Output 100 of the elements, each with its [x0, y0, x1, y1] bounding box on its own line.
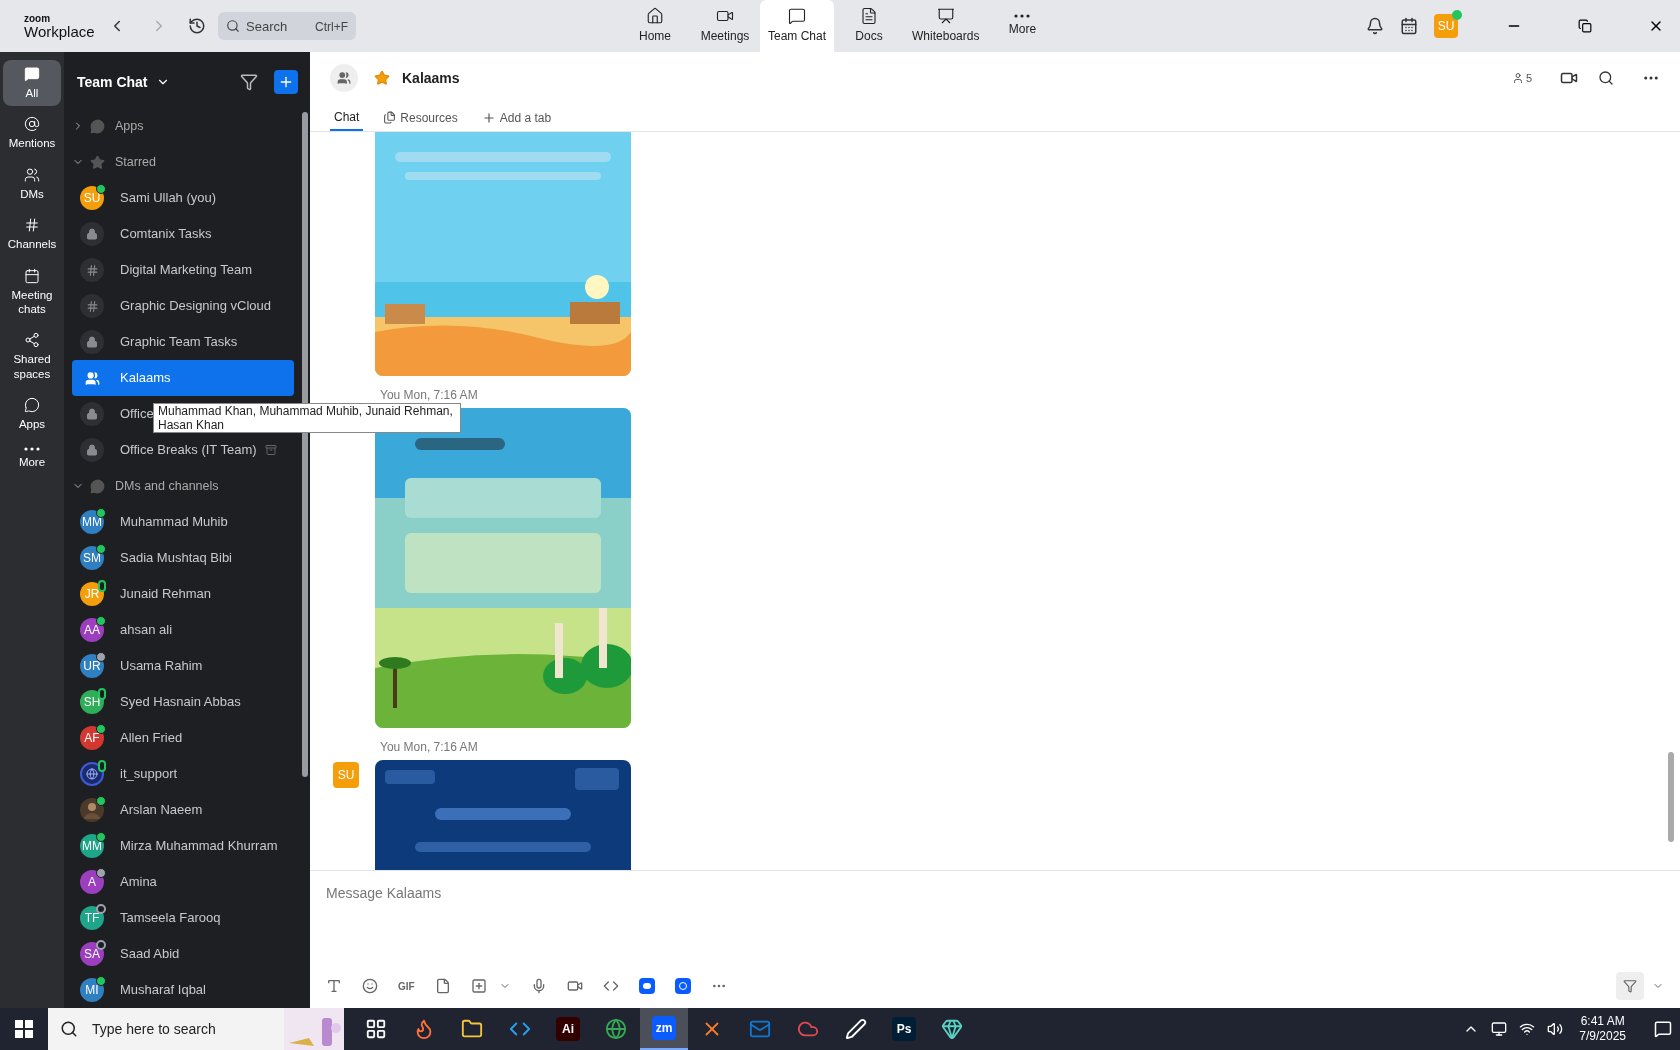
conversation-item[interactable]: it_support: [72, 756, 294, 792]
rail-item[interactable]: Mentions: [3, 110, 61, 157]
nav-tab[interactable]: More: [987, 0, 1058, 52]
gif-button[interactable]: GIF: [398, 978, 415, 994]
section-header[interactable]: Apps: [72, 108, 294, 144]
section-header[interactable]: DMs and channels: [72, 468, 294, 504]
conversation-item[interactable]: TF Tamseela Farooq: [72, 900, 294, 936]
whiteboards-icon: [936, 7, 955, 25]
avatar: AA: [80, 618, 104, 642]
conversation-item[interactable]: SA Saad Abid: [72, 936, 294, 972]
more-icon: [24, 447, 40, 452]
chat-tab[interactable]: Add a tab: [477, 104, 556, 131]
docs-icon: [860, 7, 879, 25]
taskbar-app[interactable]: zm: [640, 1008, 688, 1050]
history-icon[interactable]: [188, 17, 206, 35]
avatar: MI: [80, 978, 104, 1002]
lock-icon: [80, 222, 104, 246]
taskbar-app[interactable]: Ps: [880, 1008, 928, 1050]
code-icon[interactable]: [602, 978, 619, 994]
dms-icon: [24, 166, 40, 183]
group-avatar-icon: [330, 64, 358, 92]
conversation-item[interactable]: UR Usama Rahim: [72, 648, 294, 684]
file-icon[interactable]: [434, 978, 451, 994]
clock[interactable]: 6:41 AM 7/9/2025: [1575, 1014, 1630, 1044]
network-icon[interactable]: [1519, 1021, 1536, 1037]
conversation-item[interactable]: MI Musharaf Iqbal: [72, 972, 294, 1008]
video-message-icon[interactable]: [566, 978, 583, 994]
conversation-item[interactable]: MM Muhammad Muhib: [72, 504, 294, 540]
send-button[interactable]: [1616, 972, 1644, 1000]
taskbar-search-field[interactable]: Type here to search: [48, 1008, 284, 1050]
notifications-icon[interactable]: [1654, 1020, 1672, 1038]
conversation-item[interactable]: MM Mirza Muhammad Khurram: [72, 828, 294, 864]
scrollbar[interactable]: [1668, 752, 1674, 842]
nav-tab[interactable]: Team Chat: [760, 0, 835, 52]
restore-icon[interactable]: [1578, 19, 1592, 33]
rail-item[interactable]: Apps: [3, 391, 61, 438]
rail-item[interactable]: Channels: [3, 211, 61, 258]
section-header[interactable]: Starred: [72, 144, 294, 180]
nav-tab[interactable]: Docs: [834, 0, 905, 52]
conversation-item[interactable]: SM Sadia Mushtaq Bibi: [72, 540, 294, 576]
plus-icon: [278, 74, 294, 90]
conversation-item[interactable]: Graphic Designing vCloud: [72, 288, 294, 324]
rail-item[interactable]: DMs: [3, 160, 61, 208]
chat-tab[interactable]: Resources: [379, 104, 462, 131]
chat-tab[interactable]: Chat: [330, 104, 364, 131]
rail-item[interactable]: Shared spaces: [3, 326, 61, 387]
taskbar-app[interactable]: Ai: [544, 1008, 592, 1050]
chat-app-icon[interactable]: [674, 978, 691, 994]
conversation-item[interactable]: Office Breaks (IT Team): [72, 432, 294, 468]
lock-icon: [80, 402, 104, 426]
format-text-icon[interactable]: [326, 978, 342, 994]
screenshot-icon[interactable]: [470, 978, 487, 994]
sender-avatar: SU: [333, 762, 359, 788]
rail-item[interactable]: All: [3, 60, 61, 107]
filter-icon[interactable]: [240, 73, 258, 91]
pen-icon: [845, 1018, 867, 1040]
channels-icon: [24, 217, 40, 234]
message-input[interactable]: Message Kalaams: [326, 883, 1664, 904]
conversation-item[interactable]: Digital Marketing Team: [72, 252, 294, 288]
shortcut-label: Ctrl+F: [315, 19, 348, 36]
star-icon[interactable]: [374, 70, 390, 86]
rail-item[interactable]: More: [3, 441, 61, 476]
rail-item[interactable]: Meeting chats: [3, 261, 61, 323]
tray-app-icon[interactable]: [1491, 1021, 1508, 1037]
conversation-item[interactable]: Kalaams: [72, 360, 294, 396]
nav-tab[interactable]: Home: [620, 0, 690, 52]
conversation-item[interactable]: Arslan Naeem: [72, 792, 294, 828]
app-icon[interactable]: [638, 978, 655, 994]
nav-tab[interactable]: Meetings: [690, 0, 760, 52]
conversation-item[interactable]: JR Junaid Rehman: [72, 576, 294, 612]
more-icon: [1014, 14, 1031, 18]
calendar-icon[interactable]: [1400, 17, 1418, 35]
star-icon: [90, 154, 105, 170]
conversation-item[interactable]: SH Syed Hasnain Abbas: [72, 684, 294, 720]
volume-icon[interactable]: [1547, 1021, 1564, 1037]
search-icon[interactable]: [1598, 70, 1614, 86]
conversation-item[interactable]: Graphic Team Tasks: [72, 324, 294, 360]
conversation-item[interactable]: SU Sami Ullah (you): [72, 180, 294, 216]
chat-title: Kalaams: [402, 68, 460, 88]
conversation-item[interactable]: Comtanix Tasks: [72, 216, 294, 252]
meeting-icon: [24, 267, 40, 284]
lock-icon: [80, 330, 104, 354]
hash-icon: [80, 294, 104, 318]
new-chat-button[interactable]: [274, 70, 298, 94]
sidebar-title[interactable]: Team Chat: [77, 71, 148, 93]
nav-tab[interactable]: Whiteboards: [904, 0, 988, 52]
lock-icon: [80, 438, 104, 462]
apps-icon: [24, 397, 40, 413]
task-view-icon: [365, 1018, 387, 1040]
conversation-item[interactable]: AF Allen Fried: [72, 720, 294, 756]
emoji-icon[interactable]: [362, 978, 378, 994]
person-icon: [1511, 72, 1524, 84]
plus-icon: [481, 110, 496, 125]
conversation-item[interactable]: AA ahsan ali: [72, 612, 294, 648]
conversation-item[interactable]: A Amina: [72, 864, 294, 900]
members-count[interactable]: 5: [1525, 69, 1532, 87]
notifications-icon[interactable]: [1366, 17, 1384, 35]
app-tile-icon: zm: [652, 1016, 676, 1040]
app-tile-icon: Ai: [556, 1017, 580, 1041]
message-meta: You Mon, 7:16 AM: [379, 739, 479, 756]
